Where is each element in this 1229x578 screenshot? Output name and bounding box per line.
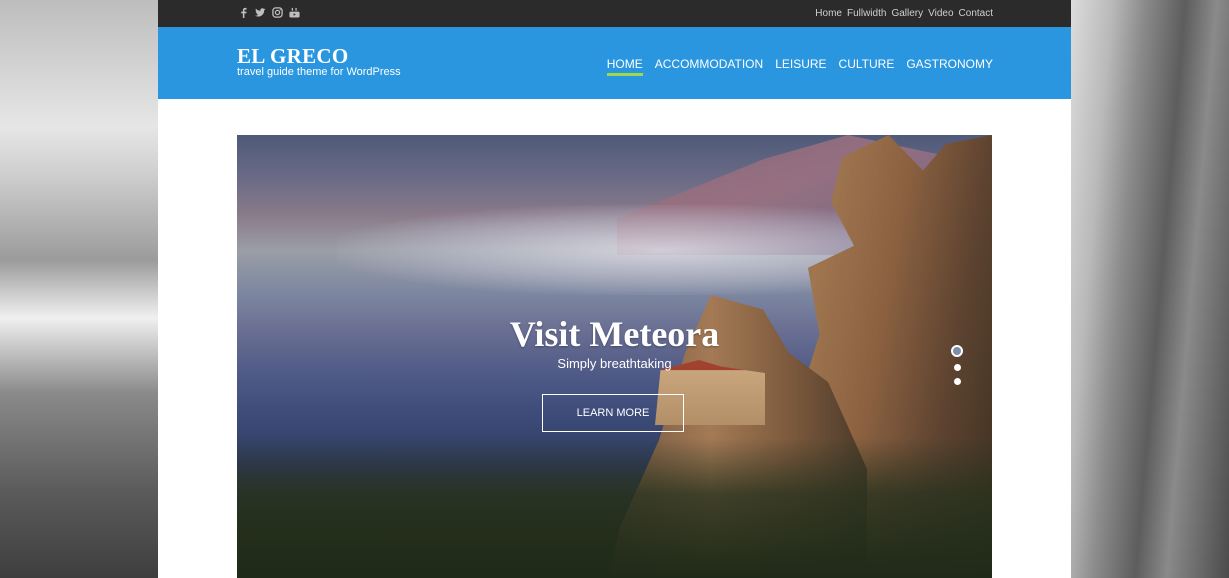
- topnav-gallery[interactable]: Gallery: [891, 8, 923, 19]
- background-right: [1071, 0, 1229, 578]
- background-left: [0, 0, 158, 578]
- slide-image-trees: [237, 438, 992, 578]
- topnav-contact[interactable]: Contact: [959, 8, 993, 19]
- facebook-icon[interactable]: [238, 6, 249, 19]
- slider-pagination: [951, 345, 963, 385]
- site-tagline: travel guide theme for WordPress: [237, 66, 401, 78]
- youtube-icon[interactable]: [289, 6, 300, 19]
- social-links: [238, 6, 300, 19]
- slider-dot-1[interactable]: [951, 345, 963, 357]
- top-bar: Home Fullwidth Gallery Video Contact: [158, 0, 1071, 27]
- hero-slider[interactable]: Visit Meteora Simply breathtaking LEARN …: [237, 135, 992, 578]
- nav-item-accommodation[interactable]: ACCOMMODATION: [655, 57, 763, 76]
- page-container: Home Fullwidth Gallery Video Contact EL …: [158, 0, 1071, 578]
- nav-item-culture[interactable]: CULTURE: [839, 57, 895, 76]
- twitter-icon[interactable]: [255, 6, 266, 19]
- site-branding[interactable]: EL GRECO travel guide theme for WordPres…: [237, 46, 401, 79]
- site-title[interactable]: EL GRECO: [237, 46, 401, 67]
- nav-item-home[interactable]: HOME: [606, 57, 643, 76]
- slide-title: Visit Meteora: [509, 314, 720, 354]
- slider-dot-2[interactable]: [953, 364, 961, 371]
- nav-item-leisure[interactable]: LEISURE: [775, 57, 826, 76]
- slide-subtitle: Simply breathtaking: [557, 356, 672, 371]
- top-navigation: Home Fullwidth Gallery Video Contact: [815, 8, 993, 19]
- slider-dot-3[interactable]: [953, 378, 961, 385]
- main-navigation: HOME ACCOMMODATION LEISURE CULTURE GASTR…: [606, 57, 993, 76]
- topnav-home[interactable]: Home: [815, 8, 842, 19]
- nav-item-gastronomy[interactable]: GASTRONOMY: [906, 57, 993, 76]
- topnav-video[interactable]: Video: [928, 8, 953, 19]
- site-header: EL GRECO travel guide theme for WordPres…: [158, 27, 1071, 99]
- instagram-icon[interactable]: [272, 6, 283, 19]
- topnav-fullwidth[interactable]: Fullwidth: [847, 8, 886, 19]
- learn-more-button[interactable]: LEARN MORE: [542, 394, 684, 432]
